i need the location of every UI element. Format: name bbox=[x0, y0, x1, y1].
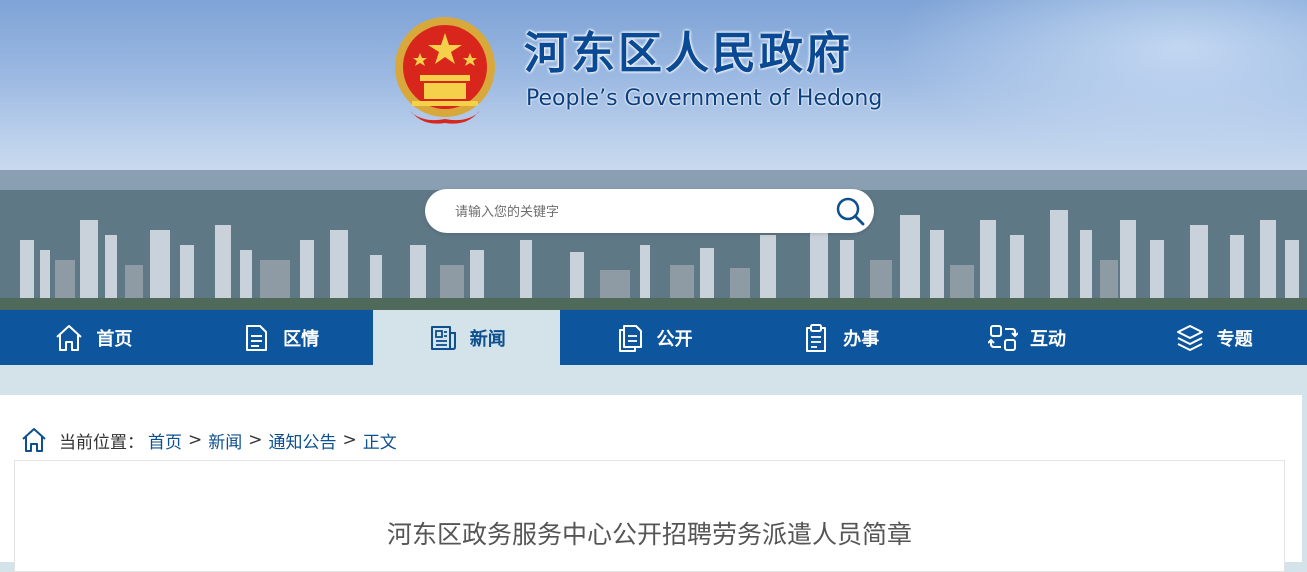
home-icon bbox=[22, 428, 46, 452]
nav-item-label: 公开 bbox=[656, 328, 693, 350]
nav-item-news[interactable]: 新闻 bbox=[373, 310, 561, 365]
search-icon[interactable] bbox=[834, 195, 866, 227]
breadcrumb-prefix: 当前位置： bbox=[59, 432, 144, 453]
article-title: 河东区政务服务中心公开招聘劳务派遣人员简章 bbox=[386, 520, 912, 549]
search-bar bbox=[425, 189, 874, 235]
document-icon bbox=[246, 324, 268, 351]
files-icon bbox=[618, 324, 642, 352]
layers-icon bbox=[1176, 324, 1203, 351]
article-panel: 河东区政务服务中心公开招聘劳务派遣人员简章 bbox=[14, 460, 1285, 572]
header-banner: 河东区人民政府 People’s Government of Hedong bbox=[0, 0, 1307, 310]
nav-item-label: 区情 bbox=[283, 328, 320, 350]
breadcrumb-separator: > bbox=[342, 430, 357, 450]
site-title: 河东区人民政府 bbox=[524, 28, 853, 79]
city-skyline-image bbox=[0, 170, 1307, 310]
nav-item-services[interactable]: 办事 bbox=[747, 310, 934, 365]
banner-map-overlay bbox=[887, 0, 1307, 160]
nav-item-home[interactable]: 首页 bbox=[0, 310, 187, 365]
nav-item-label: 互动 bbox=[1029, 328, 1066, 350]
nav-item-district-info[interactable]: 区情 bbox=[187, 310, 374, 365]
breadcrumb-link-body[interactable]: 正文 bbox=[363, 428, 397, 453]
site-subtitle: People’s Government of Hedong bbox=[526, 86, 883, 111]
national-emblem-icon bbox=[395, 17, 495, 124]
breadcrumb-separator: > bbox=[188, 430, 203, 450]
interaction-icon bbox=[987, 324, 1018, 351]
clipboard-icon bbox=[806, 323, 827, 352]
search-input[interactable] bbox=[453, 189, 837, 235]
breadcrumb-link-notices[interactable]: 通知公告 bbox=[269, 428, 337, 453]
home-icon bbox=[56, 324, 83, 351]
nav-item-label: 专题 bbox=[1216, 328, 1253, 350]
nav-item-label: 办事 bbox=[843, 328, 880, 350]
breadcrumb: 当前位置： 首页 > 新闻 > 通知公告 > 正文 bbox=[21, 427, 397, 453]
nav-item-topics[interactable]: 专题 bbox=[1120, 310, 1307, 365]
content-area: 当前位置： 首页 > 新闻 > 通知公告 > 正文 河东区政务服务中心公开招聘劳… bbox=[0, 395, 1302, 572]
nav-item-label: 首页 bbox=[96, 328, 133, 350]
main-nav: 首页 区情 新闻 公开 办事 互动 专题 bbox=[0, 310, 1307, 365]
nav-item-interaction[interactable]: 互动 bbox=[934, 310, 1121, 365]
nav-item-open-info[interactable]: 公开 bbox=[560, 310, 747, 365]
breadcrumb-link-home[interactable]: 首页 bbox=[148, 428, 182, 453]
breadcrumb-separator: > bbox=[248, 430, 263, 450]
breadcrumb-link-news[interactable]: 新闻 bbox=[208, 428, 242, 453]
nav-item-label: 新闻 bbox=[469, 328, 506, 350]
newspaper-icon bbox=[430, 325, 456, 350]
